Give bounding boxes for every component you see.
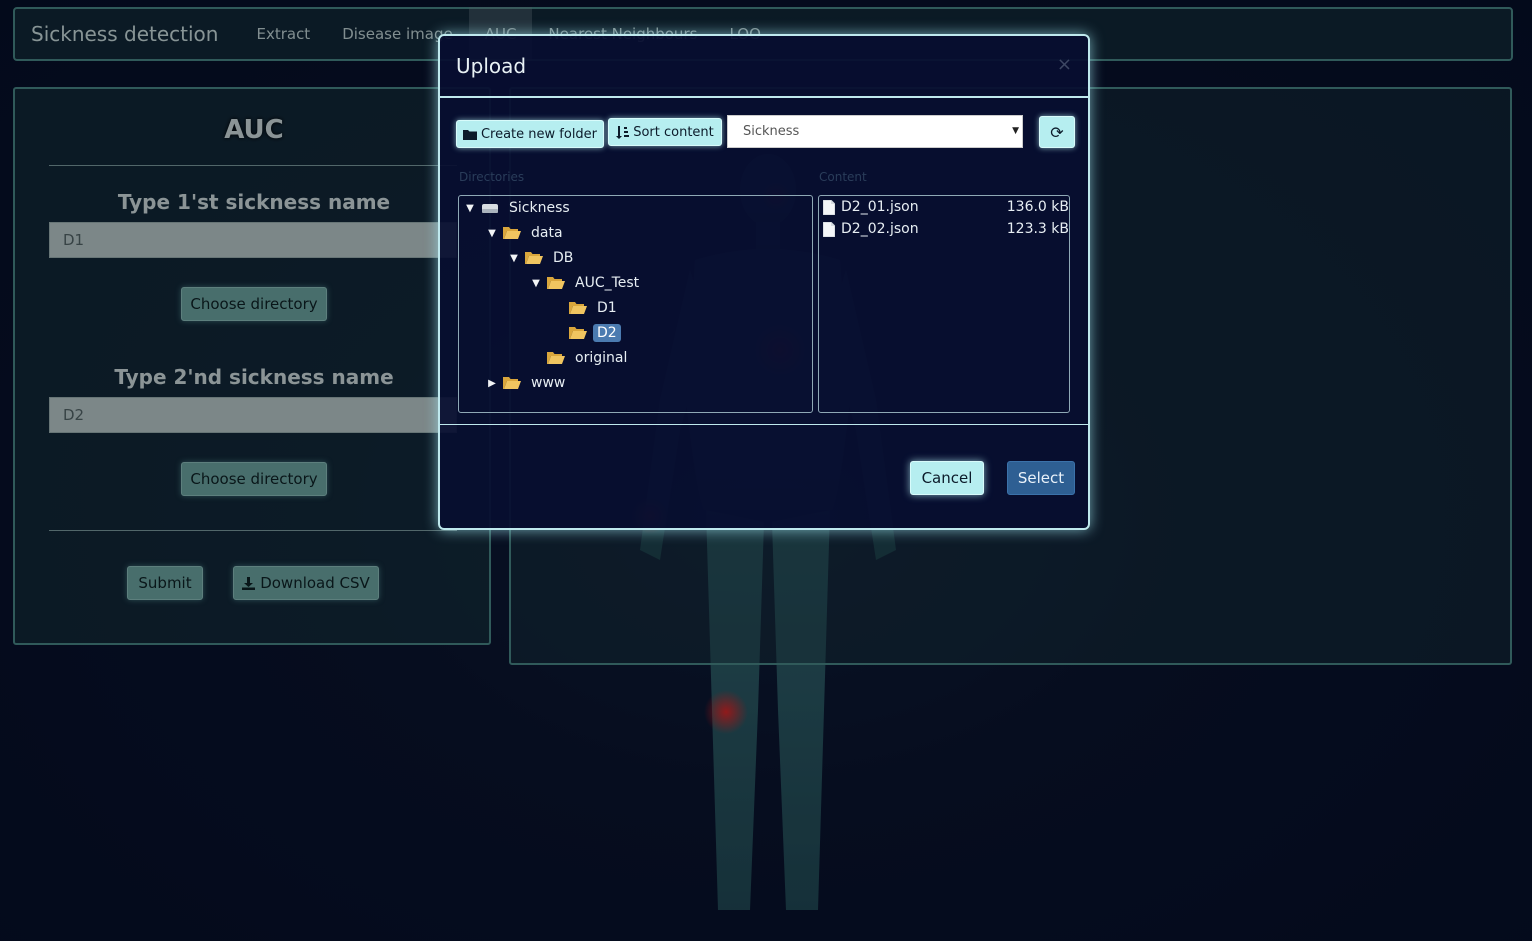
folder-open-icon xyxy=(569,327,587,339)
tree-node-www[interactable]: ▶ www xyxy=(485,372,569,394)
tree-node-label: www xyxy=(531,375,566,391)
content-label: Content xyxy=(819,170,867,184)
file-row[interactable]: D2_02.json 123.3 kB xyxy=(823,219,1069,239)
chevron-down-icon: ▼ xyxy=(1012,126,1019,136)
expanded-toggle-icon[interactable]: ▼ xyxy=(463,203,477,214)
modal-header-divider xyxy=(440,96,1088,98)
tree-node-label: AUC_Test xyxy=(575,275,640,291)
create-new-folder-label: Create new folder xyxy=(480,126,598,142)
close-icon[interactable]: × xyxy=(1057,54,1072,75)
root-directory-value: Sickness xyxy=(743,124,800,139)
tree-node-db[interactable]: ▼ DB xyxy=(507,247,577,269)
sort-content-label: Sort content xyxy=(633,124,714,140)
modal-title: Upload xyxy=(456,54,527,78)
collapsed-toggle-icon[interactable]: ▶ xyxy=(485,378,499,389)
tree-node-label: DB xyxy=(553,250,574,266)
expanded-toggle-icon[interactable]: ▼ xyxy=(507,253,521,264)
tree-node-original[interactable]: original xyxy=(529,347,631,369)
file-size: 136.0 kB xyxy=(1006,199,1069,215)
drive-icon xyxy=(482,204,498,213)
folder-open-icon xyxy=(547,352,565,364)
folder-open-icon xyxy=(525,252,543,264)
folder-open-icon xyxy=(503,227,521,239)
folder-open-icon xyxy=(547,277,565,289)
directory-tree: ▼ Sickness ▼ data ▼ DB ▼ AUC_Test D1 D2 … xyxy=(458,195,813,413)
root-directory-select[interactable]: Sickness ▼ xyxy=(727,115,1023,148)
file-name: D2_02.json xyxy=(841,221,919,237)
file-icon xyxy=(823,199,835,215)
tree-node-label: original xyxy=(575,350,628,366)
content-list: D2_01.json 136.0 kB D2_02.json 123.3 kB xyxy=(818,195,1070,413)
modal-footer-divider xyxy=(440,424,1088,425)
create-new-folder-button[interactable]: Create new folder xyxy=(456,120,604,148)
sort-content-button[interactable]: Sort content xyxy=(608,118,722,146)
refresh-button[interactable]: ⟳ xyxy=(1039,116,1075,148)
tree-node-label: data xyxy=(531,225,563,241)
tree-node-label-selected: D2 xyxy=(593,324,621,342)
folder-open-icon xyxy=(503,377,521,389)
tree-node-sickness[interactable]: ▼ Sickness xyxy=(463,197,574,219)
tree-node-d1[interactable]: D1 xyxy=(551,297,621,319)
folder-icon xyxy=(462,129,477,140)
tree-node-label: Sickness xyxy=(509,200,570,216)
select-button[interactable]: Select xyxy=(1007,461,1075,495)
directories-label: Directories xyxy=(459,170,525,184)
expanded-toggle-icon[interactable]: ▼ xyxy=(529,278,543,289)
expanded-toggle-icon[interactable]: ▼ xyxy=(485,228,499,239)
tree-node-d2[interactable]: D2 xyxy=(551,322,621,344)
refresh-icon: ⟳ xyxy=(1050,122,1064,142)
tree-node-auc-test[interactable]: ▼ AUC_Test xyxy=(529,272,643,294)
file-icon xyxy=(823,221,835,237)
cancel-button[interactable]: Cancel xyxy=(910,461,984,495)
tree-node-label: D1 xyxy=(597,300,617,316)
folder-open-icon xyxy=(569,302,587,314)
file-name: D2_01.json xyxy=(841,199,919,215)
upload-modal: Upload × Create new folder Sort content … xyxy=(438,34,1090,530)
file-size: 123.3 kB xyxy=(1006,221,1069,237)
file-row[interactable]: D2_01.json 136.0 kB xyxy=(823,197,1069,217)
sort-icon xyxy=(616,125,630,139)
tree-node-data[interactable]: ▼ data xyxy=(485,222,567,244)
